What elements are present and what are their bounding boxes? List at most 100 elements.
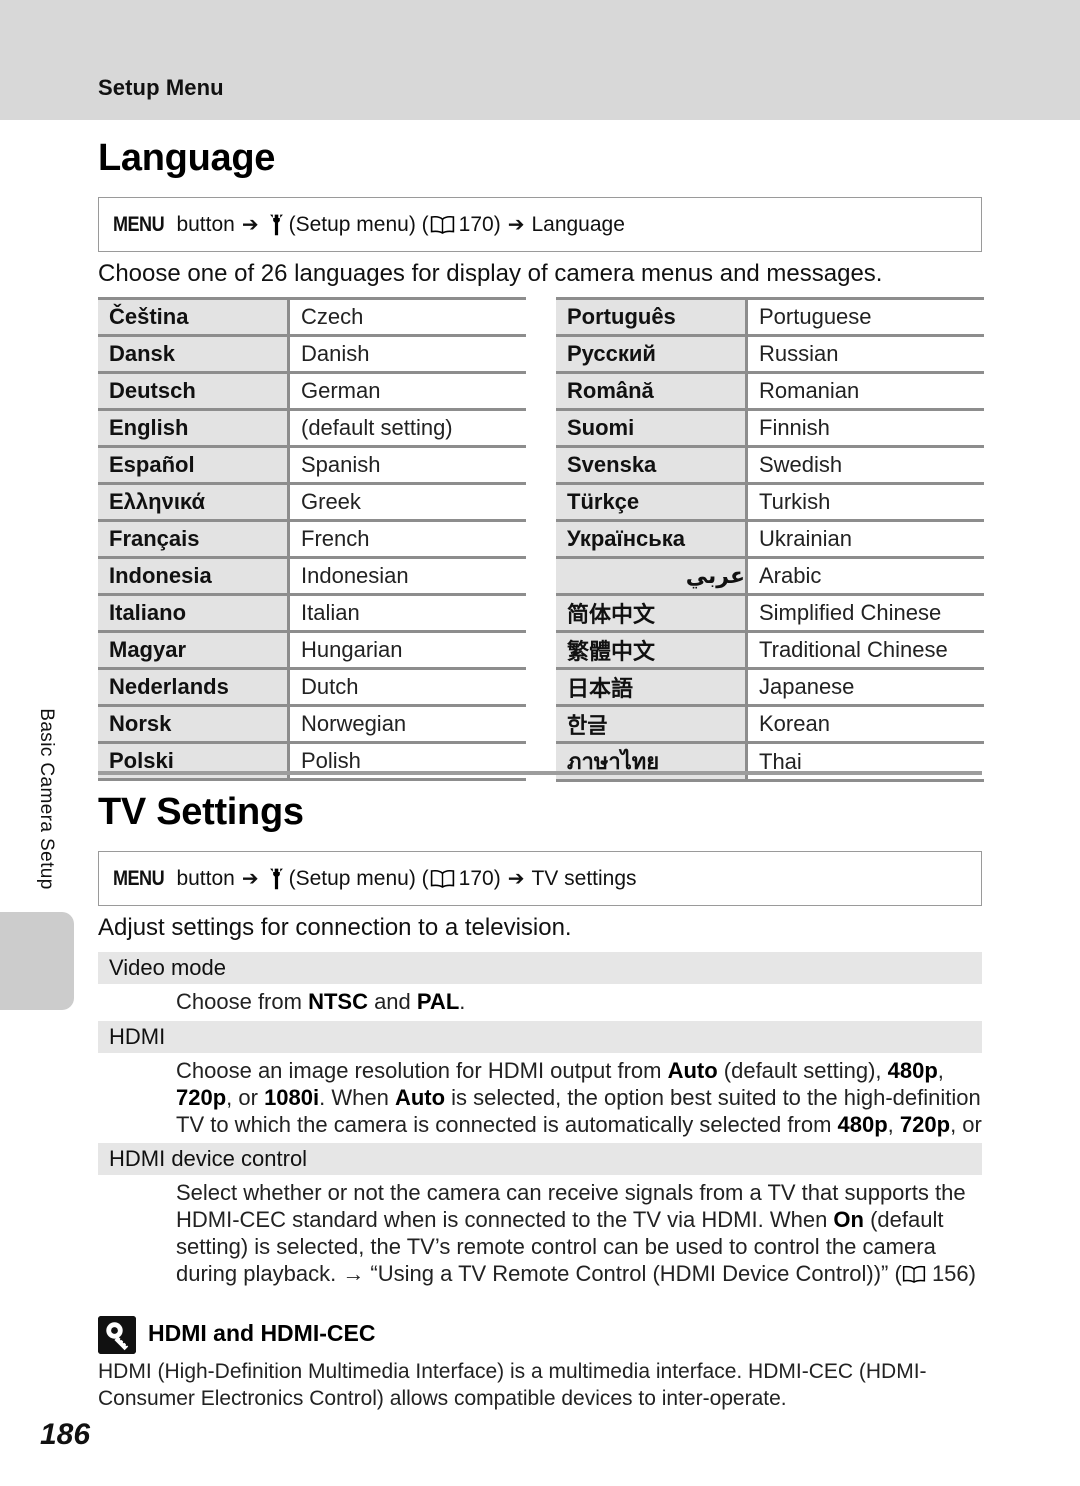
language-english-name: German: [288, 371, 526, 410]
table-row: Magyar Hungarian: [98, 630, 526, 669]
table-row: Українська Ukrainian: [556, 519, 984, 558]
table-row: Português Portuguese: [556, 297, 984, 336]
language-english-name: Portuguese: [746, 297, 984, 336]
language-native-name: 日本語: [556, 667, 748, 706]
language-native-name: English: [98, 408, 290, 447]
table-row: Deutsch German: [98, 371, 526, 410]
table-row: Norsk Norwegian: [98, 704, 526, 743]
language-native-name: Español: [98, 445, 290, 484]
chapter-thumb-label: Basic Camera Setup: [36, 708, 57, 890]
section-divider-rule: [98, 771, 982, 775]
language-english-name: Czech: [288, 297, 526, 336]
table-row: 日本語 Japanese: [556, 667, 984, 706]
table-row: 繁體中文 Traditional Chinese: [556, 630, 984, 669]
page-reference-tv: 170: [458, 866, 494, 890]
running-header-title: Setup Menu: [98, 75, 224, 100]
arrow-right-icon-tv-2: ➔: [507, 867, 525, 890]
setting-title-video-mode: Video mode: [98, 952, 982, 984]
setup-menu-text-tv: (Setup menu): [288, 866, 416, 890]
language-english-name: Norwegian: [288, 704, 526, 743]
language-english-name: Dutch: [288, 667, 526, 706]
language-english-name: Korean: [746, 704, 984, 743]
language-english-name: Russian: [746, 334, 984, 373]
language-english-name: Simplified Chinese: [746, 593, 984, 632]
setting-body-video-mode: Choose from NTSC and PAL.: [176, 989, 466, 1014]
table-row: Dansk Danish: [98, 334, 526, 373]
menu-path-button-word-tv: button: [176, 866, 235, 890]
language-english-name: Hungarian: [288, 630, 526, 669]
table-row: Suomi Finnish: [556, 408, 984, 447]
language-native-name: Svenska: [556, 445, 748, 484]
menu-path-button-word: button: [176, 212, 235, 236]
menu-button-label: MENU: [113, 212, 165, 236]
menu-path-box-language: MENU button ➔ (Setup menu) ( 170 ) ➔ Lan…: [98, 197, 982, 252]
setting-body-hdmi-device-control: Select whether or not the camera can rec…: [176, 1180, 976, 1286]
language-english-name: Danish: [288, 334, 526, 373]
table-row: Indonesia Indonesian: [98, 556, 526, 595]
language-english-name: Japanese: [746, 667, 984, 706]
setting-title-hdmi: HDMI: [98, 1021, 982, 1053]
table-row: Nederlands Dutch: [98, 667, 526, 706]
table-row: Română Romanian: [556, 371, 984, 410]
language-native-name: Dansk: [98, 334, 290, 373]
table-row: Español Spanish: [98, 445, 526, 484]
manual-page: Setup Menu Basic Camera Setup Language M…: [0, 0, 1080, 1486]
language-english-name: Indonesian: [288, 556, 526, 595]
table-row: Čeština Czech: [98, 297, 526, 336]
language-native-name: Deutsch: [98, 371, 290, 410]
language-native-name: Română: [556, 371, 748, 410]
language-native-name: 한글: [556, 704, 748, 743]
section-heading-tv-settings: TV Settings: [98, 791, 304, 833]
menu-path-text: MENU button ➔ (Setup menu) ( 170 ) ➔ Lan…: [113, 212, 625, 236]
arrow-right-icon-2: ➔: [507, 213, 525, 236]
table-row: 한글 Korean: [556, 704, 984, 743]
chapter-thumb-marker: [0, 912, 74, 1010]
book-icon-inline: [902, 1262, 926, 1283]
language-native-name: Português: [556, 297, 748, 336]
arrow-right-icon: ➔: [241, 213, 259, 236]
arrow-right-icon-tv: ➔: [241, 867, 259, 890]
page-reference: 170: [458, 212, 494, 236]
language-english-name: Ukrainian: [746, 519, 984, 558]
language-native-name: Magyar: [98, 630, 290, 669]
book-icon-tv: [430, 869, 455, 888]
language-native-name: Norsk: [98, 704, 290, 743]
setting-title-hdmi-device-control: HDMI device control: [98, 1143, 982, 1175]
language-intro-text: Choose one of 26 languages for display o…: [98, 260, 883, 287]
language-table-left-body: Čeština Czech Dansk Danish Deutsch German Engl…: [98, 297, 526, 781]
language-native-name: Italiano: [98, 593, 290, 632]
tv-settings-intro-text: Adjust settings for connection to a tele…: [98, 914, 572, 941]
menu-path-destination-tv: TV settings: [531, 866, 637, 890]
language-native-name: Français: [98, 519, 290, 558]
table-row: Türkçe Turkish: [556, 482, 984, 521]
book-icon: [430, 215, 455, 234]
language-english-name: Arabic: [746, 556, 984, 595]
language-native-name: Українська: [556, 519, 748, 558]
language-english-name: Swedish: [746, 445, 984, 484]
language-native-name: Nederlands: [98, 667, 290, 706]
menu-path-destination: Language: [531, 212, 625, 236]
setup-menu-text: (Setup menu): [288, 212, 416, 236]
language-native-name: 简体中文: [556, 593, 748, 632]
language-english-name: (default setting): [288, 408, 526, 447]
language-native-name: Indonesia: [98, 556, 290, 595]
tip-title: HDMI and HDMI-CEC: [148, 1320, 376, 1346]
language-table-right: Português Portuguese Русский Russian Română R…: [556, 297, 984, 782]
language-native-name: عربي: [556, 556, 748, 595]
menu-path-text-tv: MENU button ➔ (Setup menu) ( 170 ) ➔ TV …: [113, 866, 637, 890]
table-row: Ελληνικά Greek: [98, 482, 526, 521]
language-native-name: Русский: [556, 334, 748, 373]
language-english-name: Traditional Chinese: [746, 630, 984, 669]
language-english-name: Finnish: [746, 408, 984, 447]
language-table-left: Čeština Czech Dansk Danish Deutsch German Engl…: [98, 297, 526, 781]
language-english-name: Spanish: [288, 445, 526, 484]
language-native-name: Suomi: [556, 408, 748, 447]
language-english-name: French: [288, 519, 526, 558]
language-native-name: 繁體中文: [556, 630, 748, 669]
language-english-name: Italian: [288, 593, 526, 632]
lightbulb-icon: [98, 1316, 136, 1354]
language-table-right-body: Português Portuguese Русский Russian Română R…: [556, 297, 984, 782]
table-row: 简体中文 Simplified Chinese: [556, 593, 984, 632]
table-row: Русский Russian: [556, 334, 984, 373]
language-native-name: Türkçe: [556, 482, 748, 521]
